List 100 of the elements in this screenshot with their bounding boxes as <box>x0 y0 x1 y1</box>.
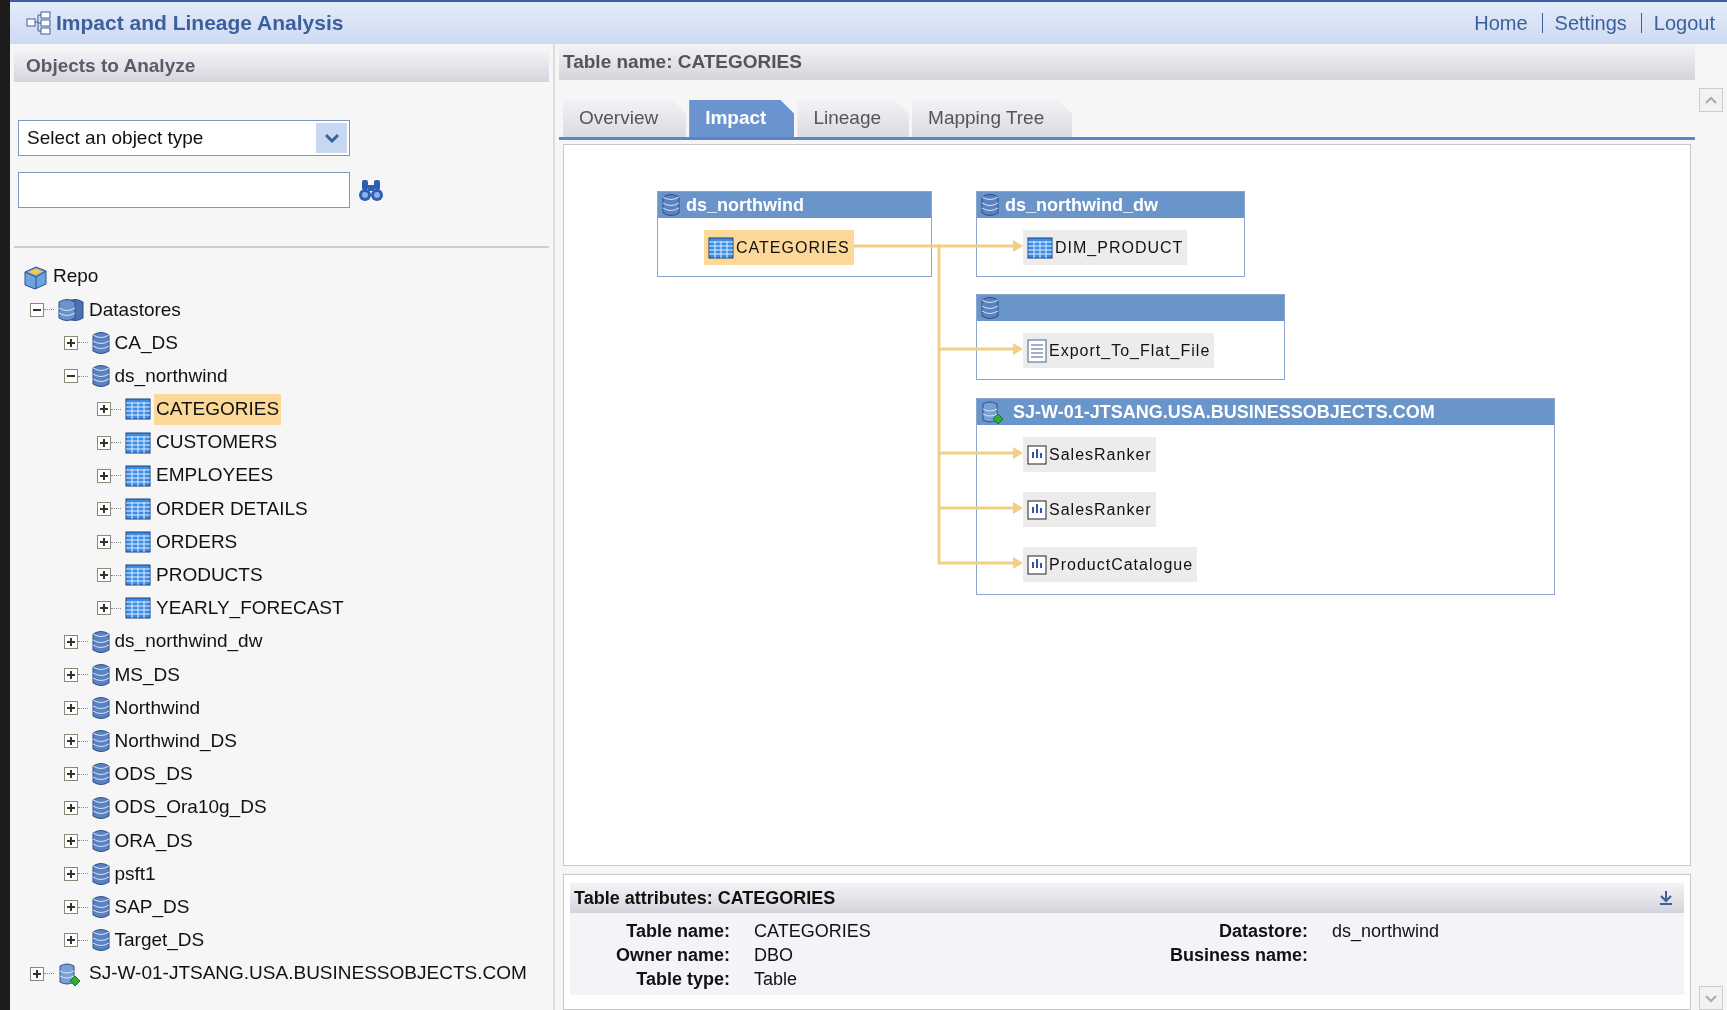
collapse-icon[interactable] <box>63 369 78 384</box>
database-icon <box>91 795 110 820</box>
binoculars-icon[interactable] <box>358 177 384 203</box>
databases-icon <box>58 297 84 322</box>
field-value: CATEGORIES <box>754 920 872 943</box>
hierarchy-icon <box>26 10 52 36</box>
tree-item[interactable]: EMPLOYEES <box>154 460 276 491</box>
tree-item[interactable]: ODS_Ora10g_DS <box>112 792 269 823</box>
tree-item[interactable]: MS_DS <box>112 659 182 691</box>
database-icon <box>91 330 110 355</box>
tab[interactable]: Mapping Tree <box>912 100 1073 137</box>
object-node[interactable]: SalesRanker <box>1023 492 1156 527</box>
tree-item[interactable]: SJ-W-01-JTSANG.USA.BUSINESSOBJECTS.COM <box>87 958 529 989</box>
field-label: Table type: <box>635 968 730 991</box>
object-node[interactable]: DIM_PRODUCT <box>1023 230 1188 265</box>
database-icon <box>91 828 110 853</box>
tree-item[interactable]: ORA_DS <box>112 825 195 857</box>
download-icon[interactable] <box>1658 890 1674 906</box>
tab[interactable]: Overview <box>563 100 687 137</box>
search-field[interactable] <box>18 172 350 208</box>
tree-item[interactable]: ORDERS <box>154 526 240 558</box>
database-icon <box>91 928 110 953</box>
tree-item[interactable]: psft1 <box>112 858 158 890</box>
database-icon <box>91 895 110 920</box>
table-icon <box>708 236 734 259</box>
app-title: Impact and Lineage Analysis <box>56 10 344 37</box>
table-icon <box>125 398 151 421</box>
box-title: SJ-W-01-JTSANG.USA.BUSINESSOBJECTS.COM <box>1013 400 1435 424</box>
tree-item[interactable]: Northwind_DS <box>112 725 239 757</box>
database-icon <box>91 861 110 886</box>
tree-item[interactable]: Repo <box>51 261 101 292</box>
chart-icon <box>1027 554 1047 575</box>
box-icon <box>22 263 48 290</box>
tree-item[interactable]: ODS_DS <box>112 759 195 790</box>
database-icon <box>981 296 999 320</box>
expand-icon[interactable] <box>63 634 78 649</box>
expand-icon[interactable] <box>63 767 78 782</box>
tree-item[interactable]: ds_northwind_dw <box>112 626 265 657</box>
expand-icon[interactable] <box>63 933 78 948</box>
tree-item[interactable]: Datastores <box>87 294 183 326</box>
expand-icon[interactable] <box>97 501 111 516</box>
tree-item[interactable]: SAP_DS <box>112 891 192 923</box>
expand-icon[interactable] <box>97 568 111 583</box>
collapse-icon[interactable] <box>30 302 44 317</box>
tab[interactable]: Lineage <box>797 100 910 137</box>
chevron-down-icon <box>323 133 340 143</box>
tree-item[interactable]: CATEGORIES <box>154 394 282 425</box>
table-icon <box>125 531 151 554</box>
tree-item[interactable]: CUSTOMERS <box>154 427 280 458</box>
table-icon <box>125 564 151 587</box>
field-value: ds_northwind <box>1332 920 1441 943</box>
chart-icon <box>1027 444 1047 465</box>
expand-icon[interactable] <box>63 701 78 716</box>
field-value: Table <box>754 968 799 991</box>
expand-icon[interactable] <box>97 601 111 616</box>
database-icon <box>662 193 680 217</box>
section-title: Table attributes: CATEGORIES <box>574 886 836 910</box>
database-icon <box>91 364 110 389</box>
tree-item[interactable]: PRODUCTS <box>154 560 265 591</box>
tree-item[interactable]: ds_northwind <box>112 360 230 392</box>
tree-item[interactable]: ORDER DETAILS <box>154 493 310 525</box>
object-node[interactable]: SalesRanker <box>1023 437 1156 472</box>
expand-icon[interactable] <box>63 335 78 350</box>
object-node[interactable]: ProductCatalogue <box>1023 547 1198 582</box>
field-label: Owner name: <box>614 944 730 967</box>
object-node[interactable]: CATEGORIES <box>704 230 854 265</box>
nav-link[interactable]: Logout <box>1640 13 1715 33</box>
object-type-dropdown[interactable]: Select an object type <box>18 120 350 156</box>
field-value: DBO <box>754 944 794 967</box>
expand-icon[interactable] <box>63 833 78 848</box>
database-icon <box>981 193 999 217</box>
table-icon <box>1027 236 1053 259</box>
database-icon <box>91 729 110 754</box>
expand-icon[interactable] <box>63 667 78 682</box>
object-node[interactable]: Export_To_Flat_File <box>1023 333 1215 368</box>
panel-title: Table name: CATEGORIES <box>559 44 1695 80</box>
chart-icon <box>1027 499 1047 520</box>
table-icon <box>125 431 151 454</box>
box-title: ds_northwind <box>686 193 804 217</box>
nav-link[interactable]: Home <box>1474 8 1528 38</box>
expand-icon[interactable] <box>97 402 111 417</box>
tree-item[interactable]: Northwind <box>112 692 203 724</box>
panel-title: Objects to Analyze <box>14 50 549 82</box>
expand-icon[interactable] <box>97 535 111 550</box>
tree-item[interactable]: CA_DS <box>112 327 180 359</box>
box-title: ds_northwind_dw <box>1005 193 1158 217</box>
expand-icon[interactable] <box>30 966 44 981</box>
expand-icon[interactable] <box>97 468 111 483</box>
tree-item[interactable]: Target_DS <box>112 925 207 956</box>
database-icon <box>91 696 110 721</box>
nav-link[interactable]: Settings <box>1541 13 1627 33</box>
field-label: Table name: <box>625 920 730 943</box>
expand-icon[interactable] <box>63 734 78 749</box>
document-icon <box>1027 338 1047 363</box>
tree-item[interactable]: YEARLY_FORECAST <box>154 593 346 624</box>
expand-icon[interactable] <box>63 800 78 815</box>
expand-icon[interactable] <box>97 435 111 450</box>
expand-icon[interactable] <box>63 866 78 881</box>
database-icon <box>91 629 110 654</box>
expand-icon[interactable] <box>63 900 78 915</box>
